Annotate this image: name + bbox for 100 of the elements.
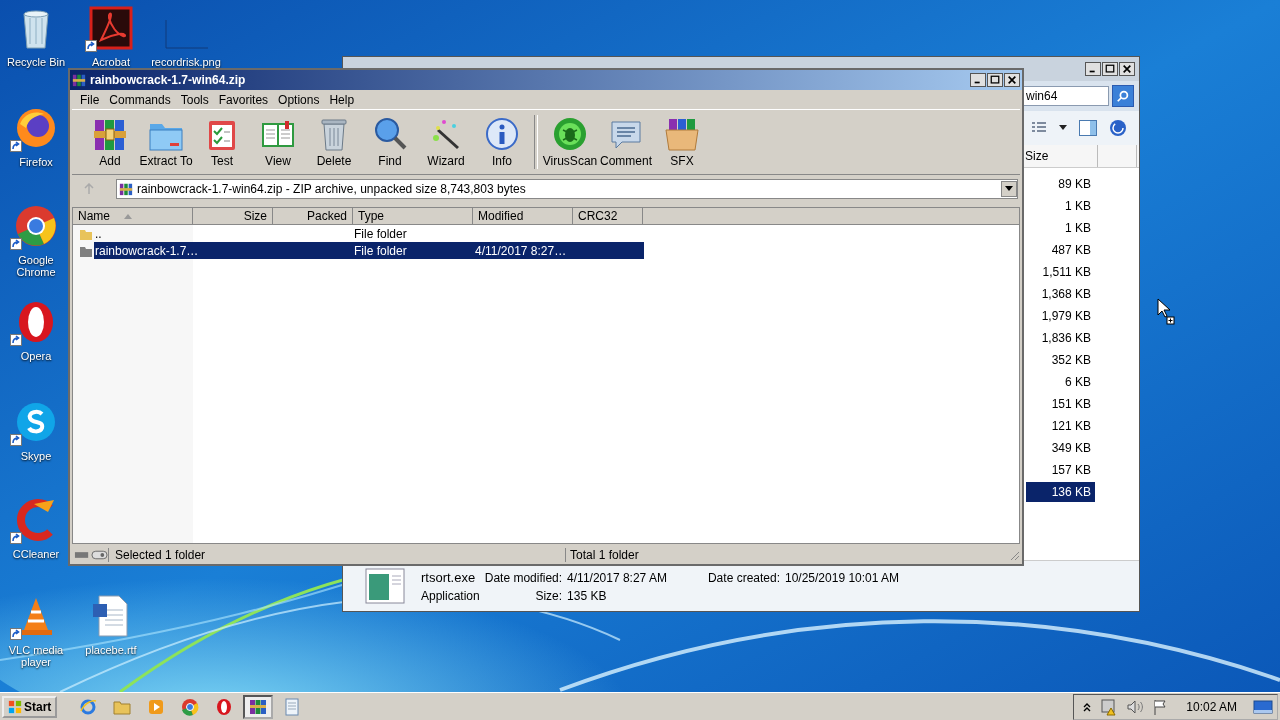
file-row[interactable]: .. File folder	[94, 225, 644, 242]
resize-grip-icon[interactable]	[1008, 549, 1020, 561]
maximize-icon	[1105, 64, 1115, 74]
notepad-icon	[283, 697, 302, 716]
file-size[interactable]: 6 KB	[1026, 372, 1095, 392]
icon-label: VLC media player	[7, 644, 65, 668]
file-size[interactable]: 1 KB	[1026, 196, 1095, 216]
maximize-button[interactable]	[987, 73, 1003, 87]
preview-pane-icon[interactable]	[1079, 120, 1097, 136]
maximize-button[interactable]	[1102, 62, 1118, 76]
media-player-icon	[147, 697, 166, 716]
windows-logo-icon	[8, 699, 22, 714]
toolbar-button[interactable]: Test	[194, 112, 250, 172]
box-icon	[664, 116, 700, 152]
application-icon	[365, 566, 405, 606]
table-cell-text: rainbowcrack-1.7…	[94, 243, 200, 258]
column-header[interactable]: Type	[353, 208, 473, 224]
close-button[interactable]	[1004, 73, 1020, 87]
icon-label: Google Chrome	[15, 254, 57, 278]
network-warning-icon[interactable]	[1100, 697, 1119, 716]
menu-item[interactable]: File	[75, 92, 105, 107]
toolbar-button[interactable]: Extract To	[138, 112, 194, 172]
minimize-button[interactable]	[970, 73, 986, 87]
file-size[interactable]: 352 KB	[1026, 350, 1095, 370]
toolbar-button[interactable]: Find	[362, 112, 418, 172]
file-size[interactable]: 136 KB	[1026, 482, 1095, 502]
dropdown-arrow-icon[interactable]	[1059, 125, 1067, 131]
show-desktop-icon[interactable]	[1253, 698, 1273, 715]
browser-icon	[215, 697, 234, 716]
table-cell-text: ..	[94, 226, 103, 241]
icon-label: placebe.rtf	[85, 644, 137, 656]
column-header[interactable]: Packed	[273, 208, 353, 224]
app-logo-icon[interactable]	[89, 6, 133, 50]
minimize-button[interactable]	[1085, 62, 1101, 76]
menu-item[interactable]: Tools	[175, 92, 214, 107]
column-header[interactable]: Size	[1025, 145, 1098, 167]
cursor-icon	[1157, 298, 1175, 326]
file-row[interactable]: rainbowcrack-1.7… File folder 4/11/2017 8:27…	[94, 242, 644, 259]
column-header[interactable]: Modified	[473, 208, 573, 224]
address-text: rainbowcrack-1.7-win64.zip - ZIP archive, unpacked size 8,743,803 bytes	[137, 182, 527, 196]
file-size[interactable]: 89 KB	[1026, 174, 1095, 194]
column-header[interactable]: Size	[193, 208, 273, 224]
browser-icon[interactable]	[14, 106, 58, 150]
file-size[interactable]: 1,511 KB	[1026, 262, 1095, 282]
status-text: Selected 1 folder	[108, 548, 565, 562]
field-value: 4/11/2017 8:27 AM	[567, 570, 667, 585]
file-size[interactable]: 487 KB	[1026, 240, 1095, 260]
archive-books-icon	[119, 182, 133, 196]
file-name: rtsort.exe	[421, 569, 477, 585]
file-size[interactable]: 1 KB	[1026, 218, 1095, 238]
up-arrow-icon	[83, 183, 95, 195]
table-cell-text: File folder	[354, 243, 408, 258]
toolbar-button[interactable]: Add	[82, 112, 138, 172]
file-size[interactable]: 1,979 KB	[1026, 306, 1095, 326]
file-size[interactable]: 121 KB	[1026, 416, 1095, 436]
maximize-icon	[990, 75, 1000, 85]
toolbar-button[interactable]: VirusScan	[542, 112, 598, 172]
chevron-up-icon[interactable]	[1082, 701, 1093, 712]
toolbar-button[interactable]: View	[250, 112, 306, 172]
icon-label: Opera	[20, 350, 52, 362]
menu-item[interactable]: Favorites	[213, 92, 274, 107]
search-field[interactable]: win64	[1023, 86, 1109, 106]
icon-label: Firefox	[19, 156, 53, 168]
file-size[interactable]: 349 KB	[1026, 438, 1095, 458]
file-size[interactable]: 157 KB	[1026, 460, 1095, 480]
clock[interactable]: 10:02 AM	[1186, 699, 1237, 714]
icon-label: recordrisk.png	[151, 56, 221, 68]
bug-icon	[552, 116, 588, 152]
field-label: Date modified:	[484, 570, 563, 585]
address-field[interactable]: rainbowcrack-1.7-win64.zip - ZIP archive, unpacked size 8,743,803 bytes	[116, 179, 1018, 199]
toolbar-button[interactable]: Comment	[598, 112, 654, 172]
window-title: rainbowcrack-1.7-win64.zip	[90, 73, 247, 87]
search-icon	[1116, 89, 1130, 103]
file-size[interactable]: 1,836 KB	[1026, 328, 1095, 348]
column-header[interactable]: Name	[73, 208, 193, 224]
taskbar-button[interactable]	[243, 694, 274, 719]
toolbar-button[interactable]: SFX	[654, 112, 710, 172]
browser-icon	[79, 697, 98, 716]
search-button[interactable]	[1112, 85, 1134, 107]
file-size[interactable]: 1,368 KB	[1026, 284, 1095, 304]
file-size[interactable]: 151 KB	[1026, 394, 1095, 414]
column-header[interactable]: CRC32	[573, 208, 643, 224]
start-button[interactable]: Start	[2, 695, 58, 718]
status-text: Total 1 folder	[565, 548, 1008, 562]
toolbar-button[interactable]: Delete	[306, 112, 362, 172]
table-cell-text: File folder	[354, 226, 408, 241]
icon-label: Acrobat	[92, 56, 130, 68]
close-icon	[1122, 64, 1132, 74]
menu-item[interactable]: Help	[324, 92, 360, 107]
chat-app-icon[interactable]	[14, 400, 58, 444]
menu-item[interactable]: Options	[273, 92, 325, 107]
table-cell: 4/11/2017 8:27…	[475, 243, 567, 258]
toolbar-button[interactable]: Wizard	[418, 112, 474, 172]
dropdown-button[interactable]	[1001, 181, 1017, 197]
view-list-icon[interactable]	[1031, 121, 1047, 135]
field-label: Date created:	[707, 570, 780, 585]
toolbar-button[interactable]: Info	[474, 112, 530, 172]
menu-item[interactable]: Commands	[104, 92, 176, 107]
close-button[interactable]	[1119, 62, 1135, 76]
browser-icon[interactable]	[14, 204, 58, 248]
